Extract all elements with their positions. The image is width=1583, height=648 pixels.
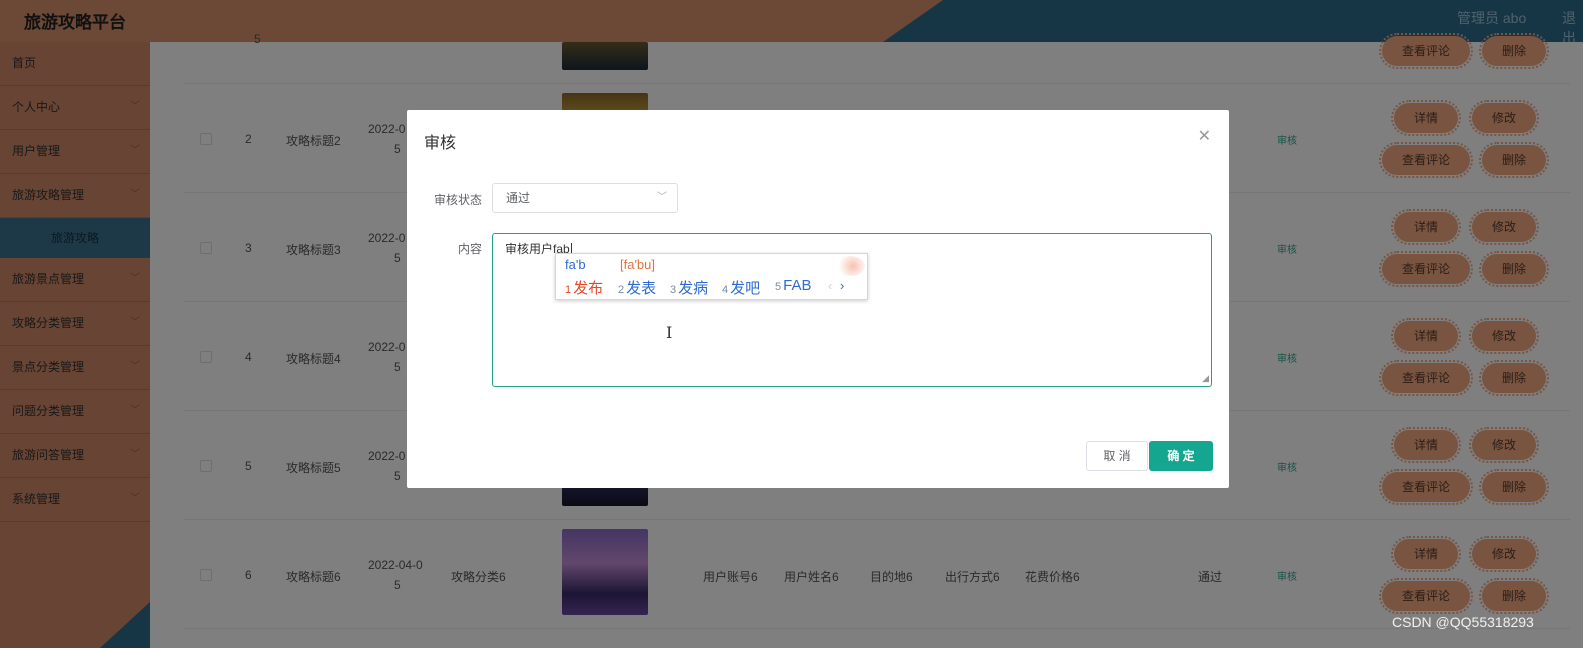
ime-candidate[interactable]: 1 发布 xyxy=(565,277,603,298)
dialog-title: 审核 xyxy=(424,135,457,152)
status-label: 审核状态 xyxy=(434,193,483,207)
ime-candidate[interactable]: 5 FAB xyxy=(775,277,811,294)
ime-composition: fa'b xyxy=(565,257,586,272)
status-select-value: 通过 xyxy=(506,191,531,205)
chevron-down-icon: ﹀ xyxy=(657,192,667,203)
ime-candidate[interactable]: 3 发病 xyxy=(670,277,708,298)
ime-candidate-window: fa'b [fa'bu] 1 发布 2 发表 3 发病 4 发吧 5 FAB ‹ › xyxy=(555,253,868,300)
close-icon[interactable]: ✕ xyxy=(1198,126,1211,146)
ime-prev-page-icon[interactable]: ‹ xyxy=(828,279,832,293)
text-cursor-icon: I xyxy=(666,323,673,342)
ime-pinyin-hint: [fa'bu] xyxy=(620,257,656,272)
ime-logo-icon xyxy=(835,256,865,276)
content-label: 内容 xyxy=(458,242,483,256)
confirm-button[interactable]: 确 定 xyxy=(1149,441,1213,471)
resize-handle-icon[interactable]: ◢ xyxy=(1202,373,1209,384)
ime-candidate[interactable]: 4 发吧 xyxy=(722,277,760,298)
status-select[interactable]: 通过 ﹀ xyxy=(492,183,678,213)
watermark: CSDN @QQ55318293 xyxy=(1392,614,1534,630)
ime-next-page-icon[interactable]: › xyxy=(840,278,844,293)
cancel-button[interactable]: 取 消 xyxy=(1086,441,1148,471)
ime-candidate[interactable]: 2 发表 xyxy=(618,277,656,298)
